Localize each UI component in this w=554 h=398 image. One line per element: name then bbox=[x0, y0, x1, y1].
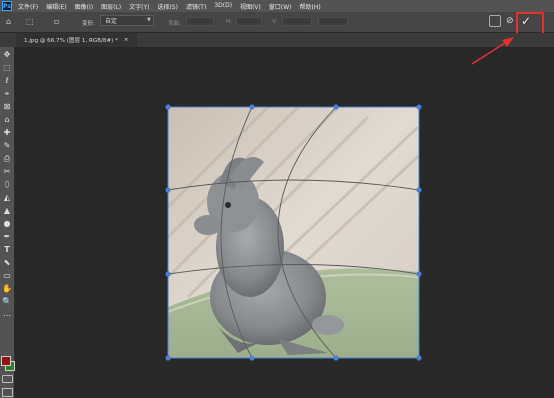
menu-items: 文件(F) 编辑(E) 图像(I) 图层(L) 文字(Y) 选择(S) 滤镜(T… bbox=[18, 2, 329, 11]
eyedropper-tool-icon[interactable]: ⌂ bbox=[2, 115, 12, 125]
brush-tool-icon[interactable]: ✎ bbox=[2, 141, 12, 151]
menu-bar: Ps 文件(F) 编辑(E) 图像(I) 图层(L) 文字(Y) 选择(S) 滤… bbox=[0, 0, 554, 12]
move-tool-icon[interactable]: ✥ bbox=[2, 50, 12, 60]
chevron-down-icon: ▼ bbox=[147, 17, 151, 23]
puppet-warp-icon[interactable] bbox=[489, 15, 501, 27]
reference-point-icon[interactable]: ▫ bbox=[54, 17, 59, 26]
h-input[interactable] bbox=[236, 17, 262, 26]
more-tools-icon[interactable]: ⋯ bbox=[2, 311, 12, 321]
dodge-tool-icon[interactable]: ● bbox=[2, 219, 12, 229]
blur-tool-icon[interactable]: ▲ bbox=[2, 206, 12, 216]
path-select-tool-icon[interactable]: ⬉ bbox=[2, 258, 12, 268]
zoom-tool-icon[interactable]: 🔍 bbox=[2, 297, 12, 307]
transform-tool-icon[interactable]: ⬚ bbox=[26, 17, 34, 26]
menu-filter[interactable]: 滤镜(T) bbox=[186, 2, 206, 11]
close-icon[interactable]: × bbox=[124, 37, 129, 43]
menu-3d[interactable]: 3D(D) bbox=[214, 2, 232, 11]
marquee-tool-icon[interactable]: ⬚ bbox=[2, 63, 12, 73]
stamp-tool-icon[interactable]: ⎙ bbox=[2, 154, 12, 164]
menu-image[interactable]: 图像(I) bbox=[75, 2, 93, 11]
bend-input[interactable] bbox=[186, 17, 214, 26]
menu-window[interactable]: 窗口(W) bbox=[269, 2, 292, 11]
menu-layer[interactable]: 图层(L) bbox=[101, 2, 121, 11]
toolbar: ✥ ⬚ ℓ ⌖ ⊠ ⌂ ✚ ✎ ⎙ ✂ ⬯ ◭ ▲ ● ✒ T ⬉ ▭ ✋ 🔍 … bbox=[0, 47, 15, 398]
v-input[interactable] bbox=[282, 17, 312, 26]
crop-tool-icon[interactable]: ⊠ bbox=[2, 102, 12, 112]
bend-label: 弯曲: bbox=[168, 21, 181, 27]
menu-edit[interactable]: 编辑(E) bbox=[46, 2, 66, 11]
rabbit-photo bbox=[168, 107, 419, 358]
warp-style-select[interactable]: 自定 bbox=[100, 15, 154, 26]
pen-tool-icon[interactable]: ✒ bbox=[2, 232, 12, 242]
h-label: H: bbox=[226, 19, 232, 25]
cancel-icon[interactable]: ⊘ bbox=[506, 16, 514, 26]
menu-file[interactable]: 文件(F) bbox=[18, 2, 38, 11]
photoshop-logo: Ps bbox=[2, 1, 12, 11]
eraser-tool-icon[interactable]: ⬯ bbox=[2, 180, 12, 190]
menu-type[interactable]: 文字(Y) bbox=[129, 2, 149, 11]
healing-tool-icon[interactable]: ✚ bbox=[2, 128, 12, 138]
foreground-color-swatch[interactable] bbox=[1, 356, 11, 366]
extra-input[interactable] bbox=[318, 17, 348, 26]
menu-select[interactable]: 选择(S) bbox=[157, 2, 178, 11]
document-tab-title: 1.jpg @ 66.7% (图层 1, RGB/8#) * bbox=[24, 38, 118, 44]
hand-tool-icon[interactable]: ✋ bbox=[2, 284, 12, 294]
quick-mask-icon[interactable] bbox=[2, 375, 13, 383]
quick-select-tool-icon[interactable]: ⌖ bbox=[2, 89, 12, 99]
options-bar: ⌂ ⬚ ▫ 变形: 弯曲: H: V: bbox=[0, 12, 554, 33]
document-tab[interactable]: 1.jpg @ 66.7% (图层 1, RGB/8#) * × bbox=[16, 33, 137, 47]
warp-label: 变形: bbox=[82, 21, 95, 27]
shape-tool-icon[interactable]: ▭ bbox=[2, 271, 12, 281]
menu-view[interactable]: 视图(V) bbox=[240, 2, 261, 11]
document-tab-row: 1.jpg @ 66.7% (图层 1, RGB/8#) * × bbox=[0, 33, 554, 47]
type-tool-icon[interactable]: T bbox=[2, 245, 12, 255]
menu-help[interactable]: 帮助(H) bbox=[300, 2, 321, 11]
history-brush-tool-icon[interactable]: ✂ bbox=[2, 167, 12, 177]
screen-mode-icon[interactable] bbox=[2, 388, 13, 397]
home-icon[interactable]: ⌂ bbox=[6, 17, 11, 26]
v-label: V: bbox=[272, 19, 278, 25]
lasso-tool-icon[interactable]: ℓ bbox=[2, 76, 12, 86]
paint-bucket-tool-icon[interactable]: ◭ bbox=[2, 193, 12, 203]
